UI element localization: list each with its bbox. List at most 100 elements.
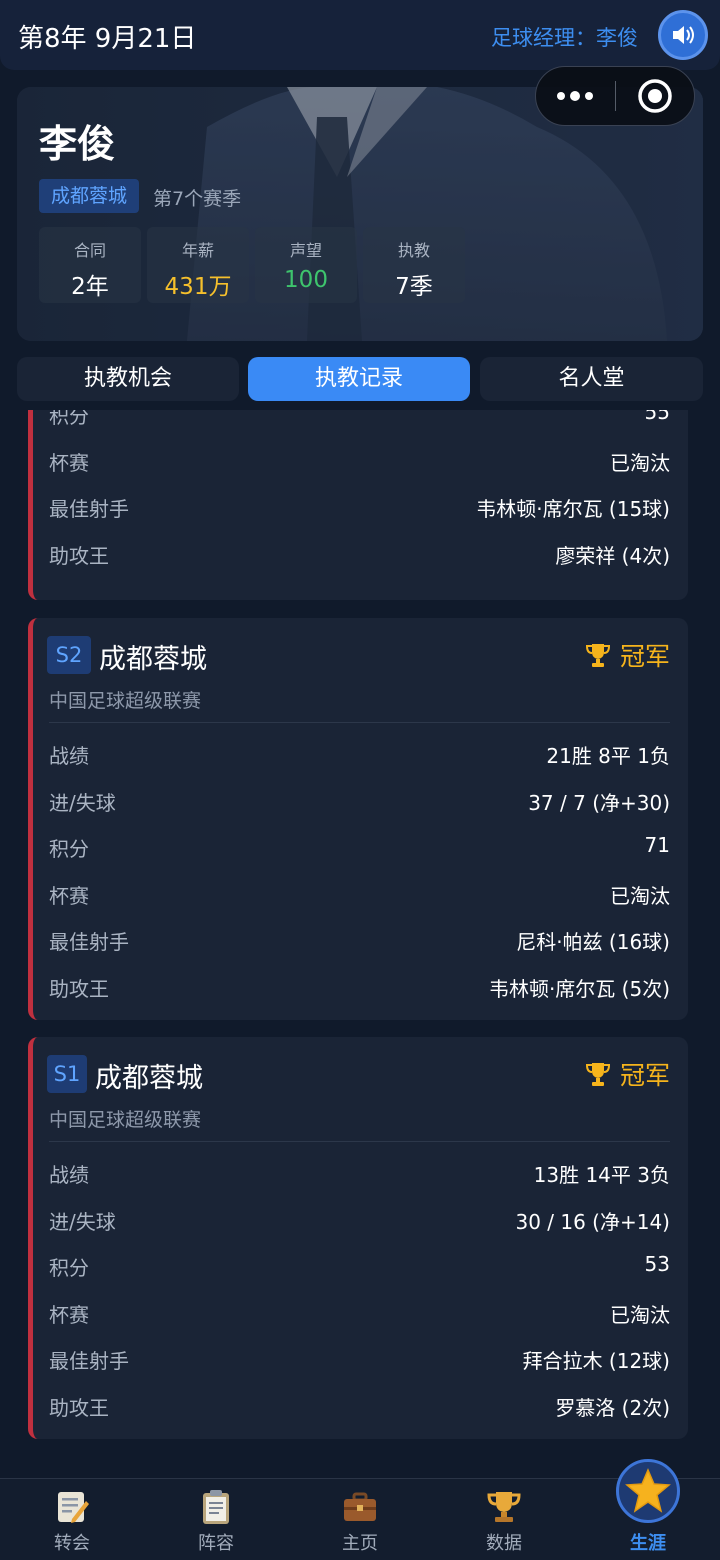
close-miniprogram-button[interactable] xyxy=(616,67,695,125)
tab-bar: 执教机会 执教记录 名人堂 xyxy=(17,357,703,401)
season-header: S2 成都蓉城 冠军 中国足球超级联赛 xyxy=(33,618,688,730)
speaker-icon xyxy=(673,26,694,44)
transfer-icon xyxy=(58,1492,89,1523)
record-row: 积分 53 xyxy=(33,1242,688,1289)
row-key: 助攻王 xyxy=(49,1395,109,1420)
record-row: 战绩 21胜 8平 1负 xyxy=(33,730,688,777)
record-row: 积分 55 xyxy=(33,410,688,437)
sound-button[interactable] xyxy=(658,10,708,60)
nav-lineup[interactable]: 阵容 xyxy=(144,1479,288,1560)
row-value: 尼科·帕兹 (16球) xyxy=(516,930,670,954)
tab-coaching-opportunities[interactable]: 执教机会 xyxy=(17,357,239,401)
club-badge: 成都蓉城 xyxy=(39,179,140,213)
season-club: 成都蓉城 xyxy=(99,644,207,675)
stat-label: 执教 xyxy=(397,241,430,260)
row-key: 最佳射手 xyxy=(49,930,129,954)
result-label: 冠军 xyxy=(619,1061,670,1090)
season-card-partial: 积分 55 杯赛 已淘汰 最佳射手 韦林顿·席尔瓦 (15球) 助攻王 廖荣祥 … xyxy=(28,410,688,600)
nav-home[interactable]: 主页 xyxy=(288,1479,432,1560)
record-row: 最佳射手 韦林顿·席尔瓦 (15球) xyxy=(33,483,688,530)
more-dots-icon xyxy=(557,91,594,101)
record-row: 进/失球 30 / 16 (净+14) xyxy=(33,1196,688,1243)
row-value: 30 / 16 (净+14) xyxy=(515,1209,670,1234)
row-value: 罗慕洛 (2次) xyxy=(555,1395,670,1420)
row-value: 已淘汰 xyxy=(610,450,670,475)
stat-value: 7季 xyxy=(395,274,433,300)
manager-name: 李俊 xyxy=(39,122,116,166)
record-list[interactable]: 积分 55 杯赛 已淘汰 最佳射手 韦林顿·席尔瓦 (15球) 助攻王 廖荣祥 … xyxy=(0,410,720,1478)
record-row: 战绩 13胜 14平 3负 xyxy=(33,1149,688,1196)
record-row: 助攻王 罗慕洛 (2次) xyxy=(33,1382,688,1429)
row-value: 韦林顿·席尔瓦 (15球) xyxy=(476,497,670,521)
nav-stats[interactable]: 数据 xyxy=(432,1479,576,1560)
row-value: 53 xyxy=(644,1252,670,1276)
stat-label: 合同 xyxy=(73,241,106,260)
record-row: 助攻王 廖荣祥 (4次) xyxy=(33,530,688,577)
stat-label: 声望 xyxy=(289,241,322,260)
trophy-icon xyxy=(487,1492,521,1522)
row-value: 55 xyxy=(644,410,670,424)
row-value: 37 / 7 (净+30) xyxy=(528,790,670,815)
nav-label: 数据 xyxy=(486,1533,522,1554)
season-card-s1: S1 成都蓉城 冠军 中国足球超级联赛 战绩 13胜 14平 3负 进/失球 30 … xyxy=(28,1037,688,1439)
record-row: 进/失球 37 / 7 (净+30) xyxy=(33,777,688,824)
row-value: 71 xyxy=(644,833,670,857)
record-row: 杯赛 已淘汰 xyxy=(33,1289,688,1336)
season-badge: S1 xyxy=(47,1055,87,1093)
season-result: 冠军 xyxy=(584,1056,670,1092)
tab-hall-of-fame[interactable]: 名人堂 xyxy=(480,357,703,401)
record-row: 最佳射手 尼科·帕兹 (16球) xyxy=(33,916,688,963)
nav-career-highlight[interactable] xyxy=(616,1459,680,1523)
row-key: 进/失球 xyxy=(49,1209,116,1234)
record-row: 积分 71 xyxy=(33,823,688,870)
row-value: 廖荣祥 (4次) xyxy=(555,543,670,568)
record-row: 杯赛 已淘汰 xyxy=(33,437,688,484)
row-key: 积分 xyxy=(49,1256,89,1280)
stat-coaching: 执教 7季 xyxy=(363,227,465,303)
stat-value: 100 xyxy=(284,267,328,293)
row-key: 积分 xyxy=(49,837,89,861)
tab-coaching-record[interactable]: 执教记录 xyxy=(248,357,470,401)
row-key: 战绩 xyxy=(49,1163,89,1187)
season-card-s2: S2 成都蓉城 冠军 中国足球超级联赛 战绩 21胜 8平 1负 进/失球 37 /… xyxy=(28,618,688,1020)
manager-label: 足球经理：李俊 xyxy=(491,26,638,50)
row-value: 韦林顿·席尔瓦 (5次) xyxy=(488,976,670,1001)
row-key: 积分 xyxy=(49,410,89,428)
season-count: 第7个赛季 xyxy=(153,188,242,210)
row-value: 已淘汰 xyxy=(610,883,670,908)
star-icon xyxy=(625,1468,671,1513)
record-row: 杯赛 已淘汰 xyxy=(33,870,688,917)
game-date: 第8年 9月21日 xyxy=(18,24,197,54)
target-icon xyxy=(638,79,672,113)
row-value: 13胜 14平 3负 xyxy=(533,1163,670,1187)
top-bar: 第8年 9月21日 足球经理：李俊 xyxy=(0,0,720,70)
stat-contract: 合同 2年 xyxy=(39,227,141,303)
season-league: 中国足球超级联赛 xyxy=(49,690,202,712)
season-club: 成都蓉城 xyxy=(95,1063,203,1094)
row-key: 助攻王 xyxy=(49,543,109,568)
row-key: 杯赛 xyxy=(49,883,89,908)
nav-label: 主页 xyxy=(342,1533,378,1554)
divider xyxy=(49,722,670,723)
result-label: 冠军 xyxy=(619,642,670,671)
nav-label: 转会 xyxy=(54,1533,90,1554)
nav-transfer[interactable]: 转会 xyxy=(0,1479,144,1560)
row-key: 助攻王 xyxy=(49,976,109,1001)
season-result: 冠军 xyxy=(584,637,670,673)
bottom-nav: 转会 阵容 主页 数据 生涯 xyxy=(0,1478,720,1560)
nav-label: 阵容 xyxy=(198,1533,234,1554)
row-value: 已淘汰 xyxy=(610,1302,670,1327)
season-header: S1 成都蓉城 冠军 中国足球超级联赛 xyxy=(33,1037,688,1149)
row-value: 21胜 8平 1负 xyxy=(546,744,670,768)
more-button[interactable] xyxy=(536,67,615,125)
miniprogram-capsule xyxy=(535,66,695,126)
trophy-icon xyxy=(585,1063,610,1086)
nav-label: 生涯 xyxy=(630,1533,666,1554)
row-value: 拜合拉木 (12球) xyxy=(522,1349,670,1373)
record-row: 最佳射手 拜合拉木 (12球) xyxy=(33,1335,688,1382)
season-badge: S2 xyxy=(47,636,91,674)
row-key: 杯赛 xyxy=(49,1302,89,1327)
divider xyxy=(49,1141,670,1142)
record-row: 助攻王 韦林顿·席尔瓦 (5次) xyxy=(33,963,688,1010)
stat-value: 431万 xyxy=(164,274,232,300)
